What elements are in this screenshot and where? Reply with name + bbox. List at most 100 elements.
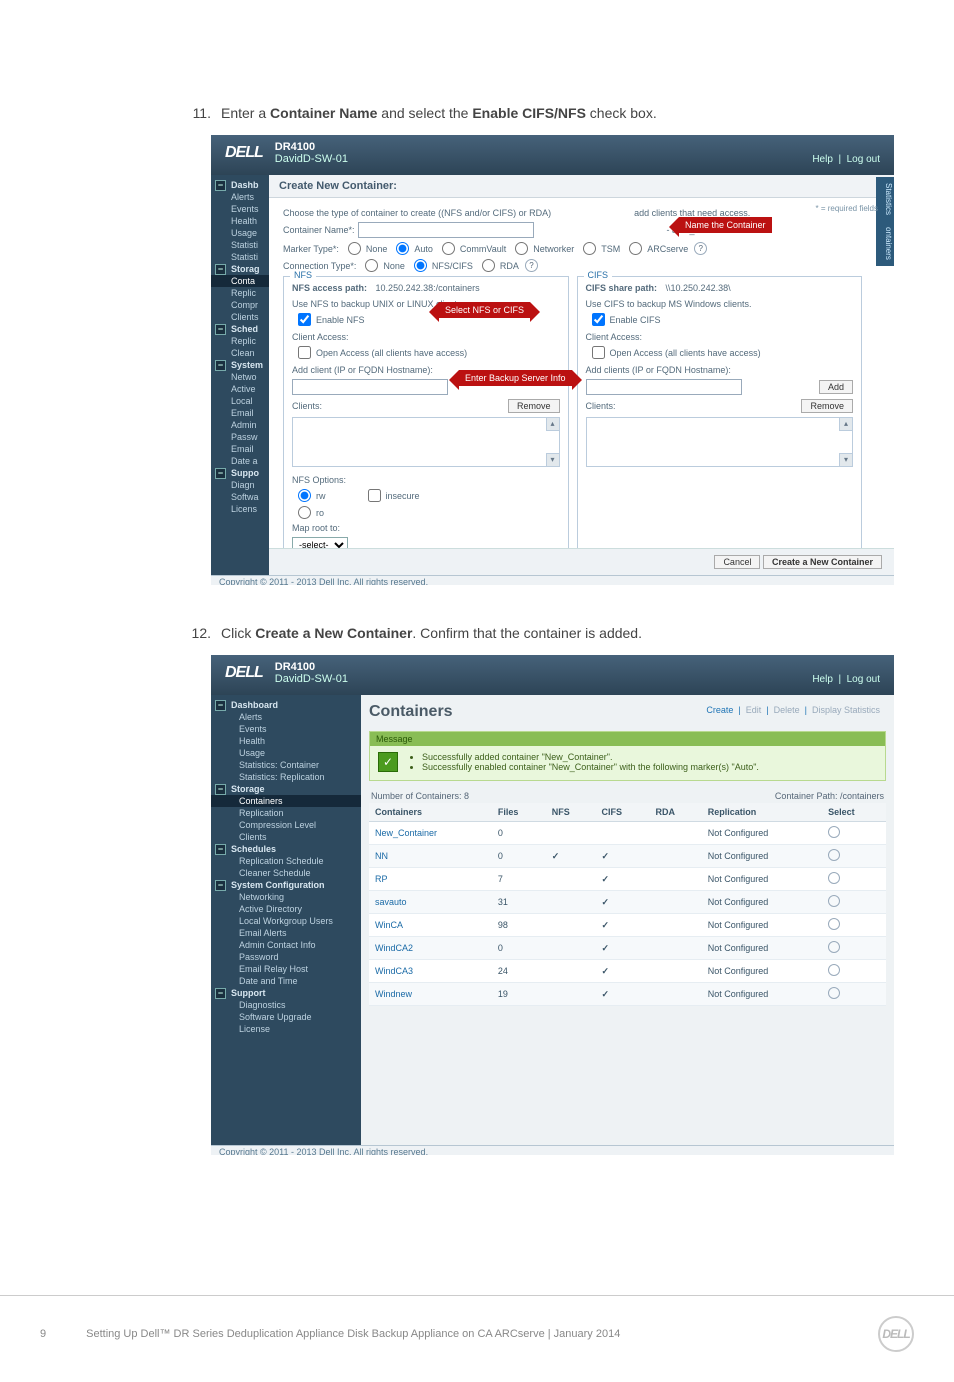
sidebar-item[interactable]: Date and Time <box>211 975 361 987</box>
sidebar-item[interactable]: Dashboard <box>211 699 361 711</box>
sidebar-item[interactable]: Local Workgroup Users <box>211 915 361 927</box>
sidebar-item[interactable]: Date a <box>211 455 269 467</box>
sidebar-item[interactable]: Statisti <box>211 251 269 263</box>
sidebar-item[interactable]: System Configuration <box>211 879 361 891</box>
marker-commvault-radio[interactable] <box>442 242 455 255</box>
container-name-cell[interactable]: RP <box>369 868 492 891</box>
sidebar-item[interactable]: Usage <box>211 227 269 239</box>
sidebar-item[interactable]: Admin <box>211 419 269 431</box>
marker-tsm-radio[interactable] <box>583 242 596 255</box>
sidebar-item[interactable]: Schedules <box>211 843 361 855</box>
container-name-cell[interactable]: WindCA3 <box>369 960 492 983</box>
cifs-open-access-checkbox[interactable] <box>592 346 605 359</box>
cancel-button[interactable]: Cancel <box>714 555 760 569</box>
sidebar-item[interactable]: Clean <box>211 347 269 359</box>
sidebar-item[interactable]: Statisti <box>211 239 269 251</box>
nfs-clients-listbox[interactable]: ▴ ▾ <box>292 417 560 467</box>
sidebar-item[interactable]: Storag <box>211 263 269 275</box>
container-name-cell[interactable]: WindCA2 <box>369 937 492 960</box>
sidebar-item[interactable]: Diagn <box>211 479 269 491</box>
sidebar-item[interactable]: Alerts <box>211 711 361 723</box>
sidebar-item[interactable]: Active Directory <box>211 903 361 915</box>
sidebar-item[interactable]: Email <box>211 407 269 419</box>
sidebar-item[interactable]: Support <box>211 987 361 999</box>
sidebar-item[interactable]: Events <box>211 203 269 215</box>
sidebar-item[interactable]: Statistics: Container <box>211 759 361 771</box>
select-cell[interactable] <box>822 868 886 891</box>
scroll-up-icon[interactable]: ▴ <box>839 418 852 431</box>
sidebar-item[interactable]: Health <box>211 735 361 747</box>
sidebar-item[interactable]: Email <box>211 443 269 455</box>
sidebar-item[interactable]: Password <box>211 951 361 963</box>
cifs-clients-listbox[interactable]: ▴ ▾ <box>586 417 854 467</box>
cifs-add-button[interactable]: Add <box>819 380 853 394</box>
enable-nfs-checkbox[interactable] <box>298 313 311 326</box>
create-container-button[interactable]: Create a New Container <box>763 555 882 569</box>
sidebar-item[interactable]: Clients <box>211 311 269 323</box>
select-cell[interactable] <box>822 960 886 983</box>
sidebar-item[interactable]: Events <box>211 723 361 735</box>
sidebar-item[interactable]: Replication Schedule <box>211 855 361 867</box>
scroll-up-icon[interactable]: ▴ <box>546 418 559 431</box>
sidebar-item[interactable]: Conta <box>211 275 269 287</box>
sidebar-item[interactable]: Compression Level <box>211 819 361 831</box>
sidebar-item[interactable]: Usage <box>211 747 361 759</box>
sidebar-item[interactable]: Networking <box>211 891 361 903</box>
scroll-down-icon[interactable]: ▾ <box>839 453 852 466</box>
nfs-insecure-checkbox[interactable] <box>368 489 381 502</box>
sidebar-item[interactable]: Storage <box>211 783 361 795</box>
container-name-cell[interactable]: WinCA <box>369 914 492 937</box>
cifs-remove-button[interactable]: Remove <box>801 399 853 413</box>
sidebar-item[interactable]: Cleaner Schedule <box>211 867 361 879</box>
help-icon[interactable]: ? <box>694 242 707 255</box>
select-cell[interactable] <box>822 937 886 960</box>
sidebar-item[interactable]: License <box>211 1023 361 1035</box>
marker-networker-radio[interactable] <box>515 242 528 255</box>
sidebar-item[interactable]: Compr <box>211 299 269 311</box>
logout-link[interactable]: Log out <box>847 674 880 685</box>
enable-cifs-checkbox[interactable] <box>592 313 605 326</box>
sidebar-item[interactable]: Replic <box>211 287 269 299</box>
sidebar-item[interactable]: Softwa <box>211 491 269 503</box>
sidebar-item[interactable]: Licens <box>211 503 269 515</box>
sidebar-item[interactable]: Active <box>211 383 269 395</box>
marker-none-radio[interactable] <box>348 242 361 255</box>
sidebar-item[interactable]: Diagnostics <box>211 999 361 1011</box>
sidebar-item[interactable]: Alerts <box>211 191 269 203</box>
container-name-cell[interactable]: savauto <box>369 891 492 914</box>
sidebar-item[interactable]: Dashb <box>211 179 269 191</box>
sidebar-item[interactable]: Replication <box>211 807 361 819</box>
sidebar-item[interactable]: Passw <box>211 431 269 443</box>
nfs-open-access-checkbox[interactable] <box>298 346 311 359</box>
sidebar-item[interactable]: Health <box>211 215 269 227</box>
sidebar-item[interactable]: Suppo <box>211 467 269 479</box>
edit-link[interactable]: Edit <box>746 705 762 715</box>
sidebar-item[interactable]: Replic <box>211 335 269 347</box>
sidebar-item[interactable]: Containers <box>211 795 361 807</box>
sidebar-item[interactable]: Admin Contact Info <box>211 939 361 951</box>
container-name-cell[interactable]: Windnew <box>369 983 492 1006</box>
container-name-cell[interactable]: NN <box>369 845 492 868</box>
nfs-ro-radio[interactable] <box>298 506 311 519</box>
sidebar-item[interactable]: Clients <box>211 831 361 843</box>
help-link[interactable]: Help <box>812 154 833 165</box>
sidebar-item[interactable]: Email Alerts <box>211 927 361 939</box>
select-cell[interactable] <box>822 822 886 845</box>
nfs-add-client-input[interactable] <box>292 379 448 395</box>
sidebar-item[interactable]: Statistics: Replication <box>211 771 361 783</box>
marker-arcserve-radio[interactable] <box>629 242 642 255</box>
help-icon[interactable]: ? <box>525 259 538 272</box>
delete-link[interactable]: Delete <box>774 705 800 715</box>
create-link[interactable]: Create <box>706 705 733 715</box>
sidebar-item[interactable]: Netwo <box>211 371 269 383</box>
select-cell[interactable] <box>822 891 886 914</box>
container-name-cell[interactable]: New_Container <box>369 822 492 845</box>
select-cell[interactable] <box>822 845 886 868</box>
sidebar-item[interactable]: System <box>211 359 269 371</box>
sidebar-item[interactable]: Email Relay Host <box>211 963 361 975</box>
sidebar-item[interactable]: Software Upgrade <box>211 1011 361 1023</box>
sidebar-item[interactable]: Sched <box>211 323 269 335</box>
select-cell[interactable] <box>822 983 886 1006</box>
conn-none-radio[interactable] <box>365 259 378 272</box>
conn-nfscifs-radio[interactable] <box>414 259 427 272</box>
